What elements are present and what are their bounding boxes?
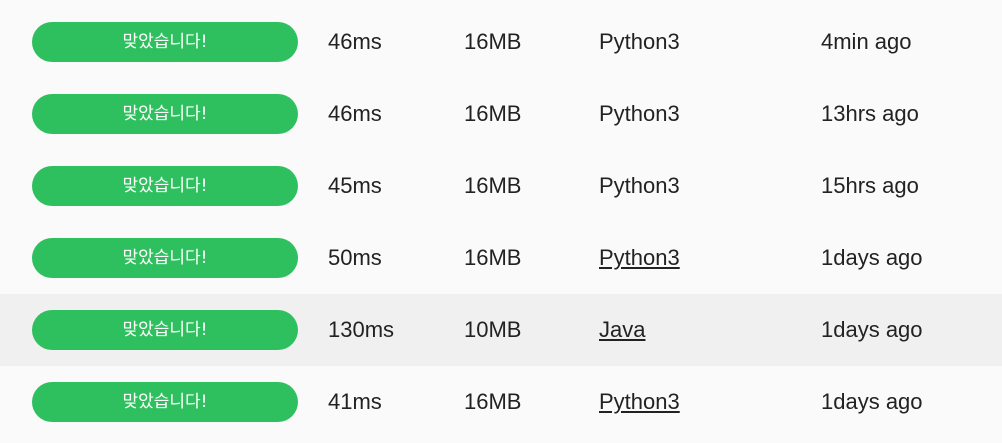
- exec-time: 46ms: [328, 29, 382, 54]
- memory-usage: 16MB: [464, 245, 522, 270]
- result-badge[interactable]: 맞았습니다!: [32, 238, 298, 278]
- exec-time: 50ms: [328, 245, 382, 270]
- submission-row[interactable]: 맞았습니다! 46ms 16MB Python3 13hrs ago: [0, 78, 1002, 150]
- language-label: Python3: [599, 29, 680, 54]
- result-badge[interactable]: 맞았습니다!: [32, 382, 298, 422]
- result-badge[interactable]: 맞았습니다!: [32, 94, 298, 134]
- language-label: Python3: [599, 101, 680, 126]
- result-badge[interactable]: 맞았습니다!: [32, 166, 298, 206]
- exec-time: 45ms: [328, 173, 382, 198]
- memory-usage: 16MB: [464, 29, 522, 54]
- language-link[interactable]: Python3: [599, 366, 680, 438]
- exec-time: 130ms: [328, 317, 395, 342]
- language-link[interactable]: Java: [599, 294, 645, 366]
- submitted-ago: 1days ago: [821, 389, 923, 414]
- exec-time: 46ms: [328, 101, 382, 126]
- submission-row-highlighted[interactable]: 맞았습니다! 130ms 10MB Java 1days ago: [0, 294, 1002, 366]
- submitted-ago: 4min ago: [821, 29, 912, 54]
- memory-usage: 10MB: [464, 317, 522, 342]
- memory-usage: 16MB: [464, 173, 522, 198]
- memory-usage: 16MB: [464, 389, 522, 414]
- submission-list: 맞았습니다! 46ms 16MB Python3 4min ago 맞았습니다!…: [0, 0, 1002, 443]
- submitted-ago: 15hrs ago: [821, 173, 919, 198]
- submitted-ago: 13hrs ago: [821, 101, 919, 126]
- submission-row[interactable]: 맞았습니다! 46ms 16MB Python3 4min ago: [0, 6, 1002, 78]
- result-badge[interactable]: 맞았습니다!: [32, 310, 298, 350]
- submission-row[interactable]: 맞았습니다! 41ms 16MB Python3 1days ago: [0, 366, 1002, 438]
- exec-time: 41ms: [328, 389, 382, 414]
- submitted-ago: 1days ago: [821, 317, 923, 342]
- submitted-ago: 1days ago: [821, 245, 923, 270]
- language-link[interactable]: Python3: [599, 222, 680, 294]
- submission-row[interactable]: 맞았습니다! 45ms 16MB Python3 15hrs ago: [0, 150, 1002, 222]
- submission-row[interactable]: 맞았습니다! 50ms 16MB Python3 1days ago: [0, 222, 1002, 294]
- language-label: Python3: [599, 173, 680, 198]
- result-badge[interactable]: 맞았습니다!: [32, 22, 298, 62]
- memory-usage: 16MB: [464, 101, 522, 126]
